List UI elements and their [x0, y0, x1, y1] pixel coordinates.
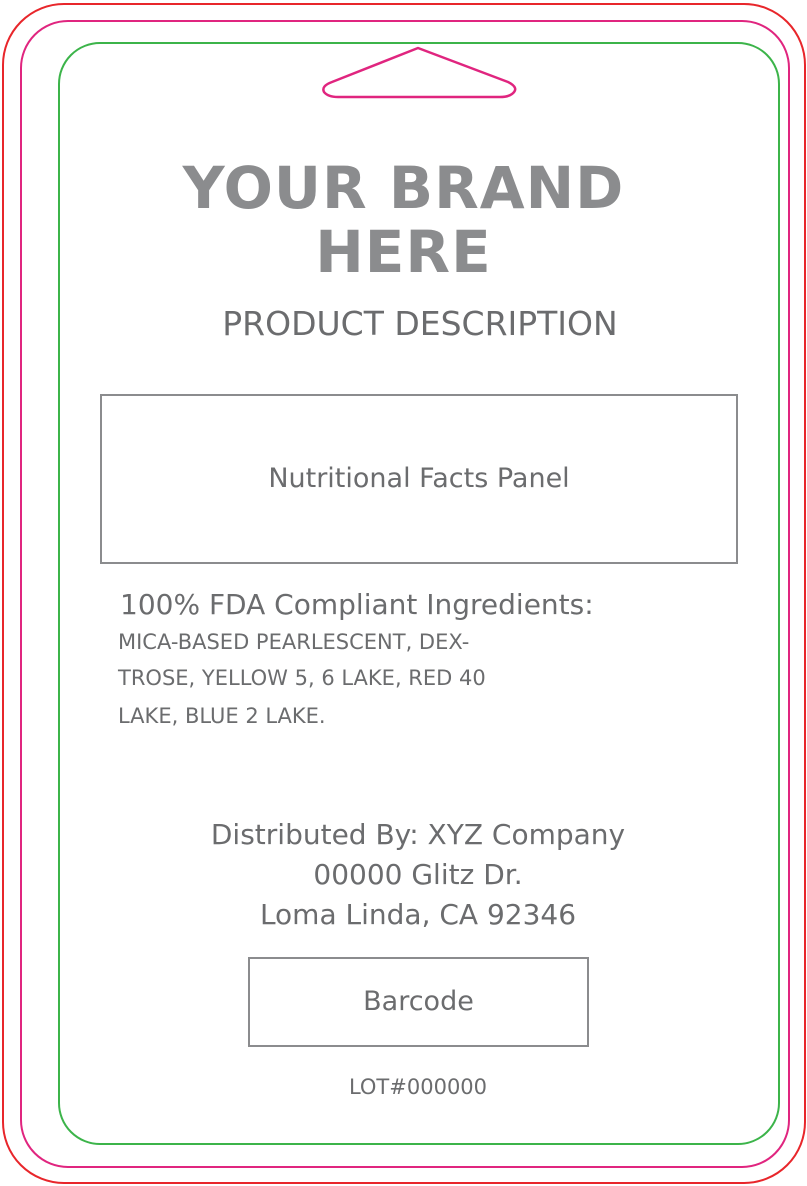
distributor-name: Distributed By: XYZ Company [210, 818, 626, 851]
nutrition-facts-panel: Nutritional Facts Panel [100, 394, 738, 564]
distributor-street: 00000 Glitz Dr. [313, 858, 523, 891]
ingredients-line: TROSE, YELLOW 5, 6 LAKE, RED 40 [118, 666, 486, 690]
product-description: PRODUCT DESCRIPTION [222, 304, 618, 343]
nutrition-facts-label: Nutritional Facts Panel [268, 463, 570, 494]
lot-number: LOT#000000 [348, 1075, 488, 1099]
brand-title-line-2: HERE [315, 218, 492, 286]
brand-title-line-1: YOUR BRAND [182, 154, 625, 222]
ingredients-heading: 100% FDA Compliant Ingredients: [120, 588, 594, 621]
ingredients-line: MICA-BASED PEARLESCENT, DEX- [118, 630, 470, 654]
distributor-city: Loma Linda, CA 92346 [259, 898, 577, 931]
ingredients-line: LAKE, BLUE 2 LAKE. [118, 704, 326, 728]
barcode-placeholder: Barcode [248, 957, 589, 1047]
barcode-label: Barcode [363, 986, 474, 1017]
hang-hole-icon [322, 46, 517, 99]
